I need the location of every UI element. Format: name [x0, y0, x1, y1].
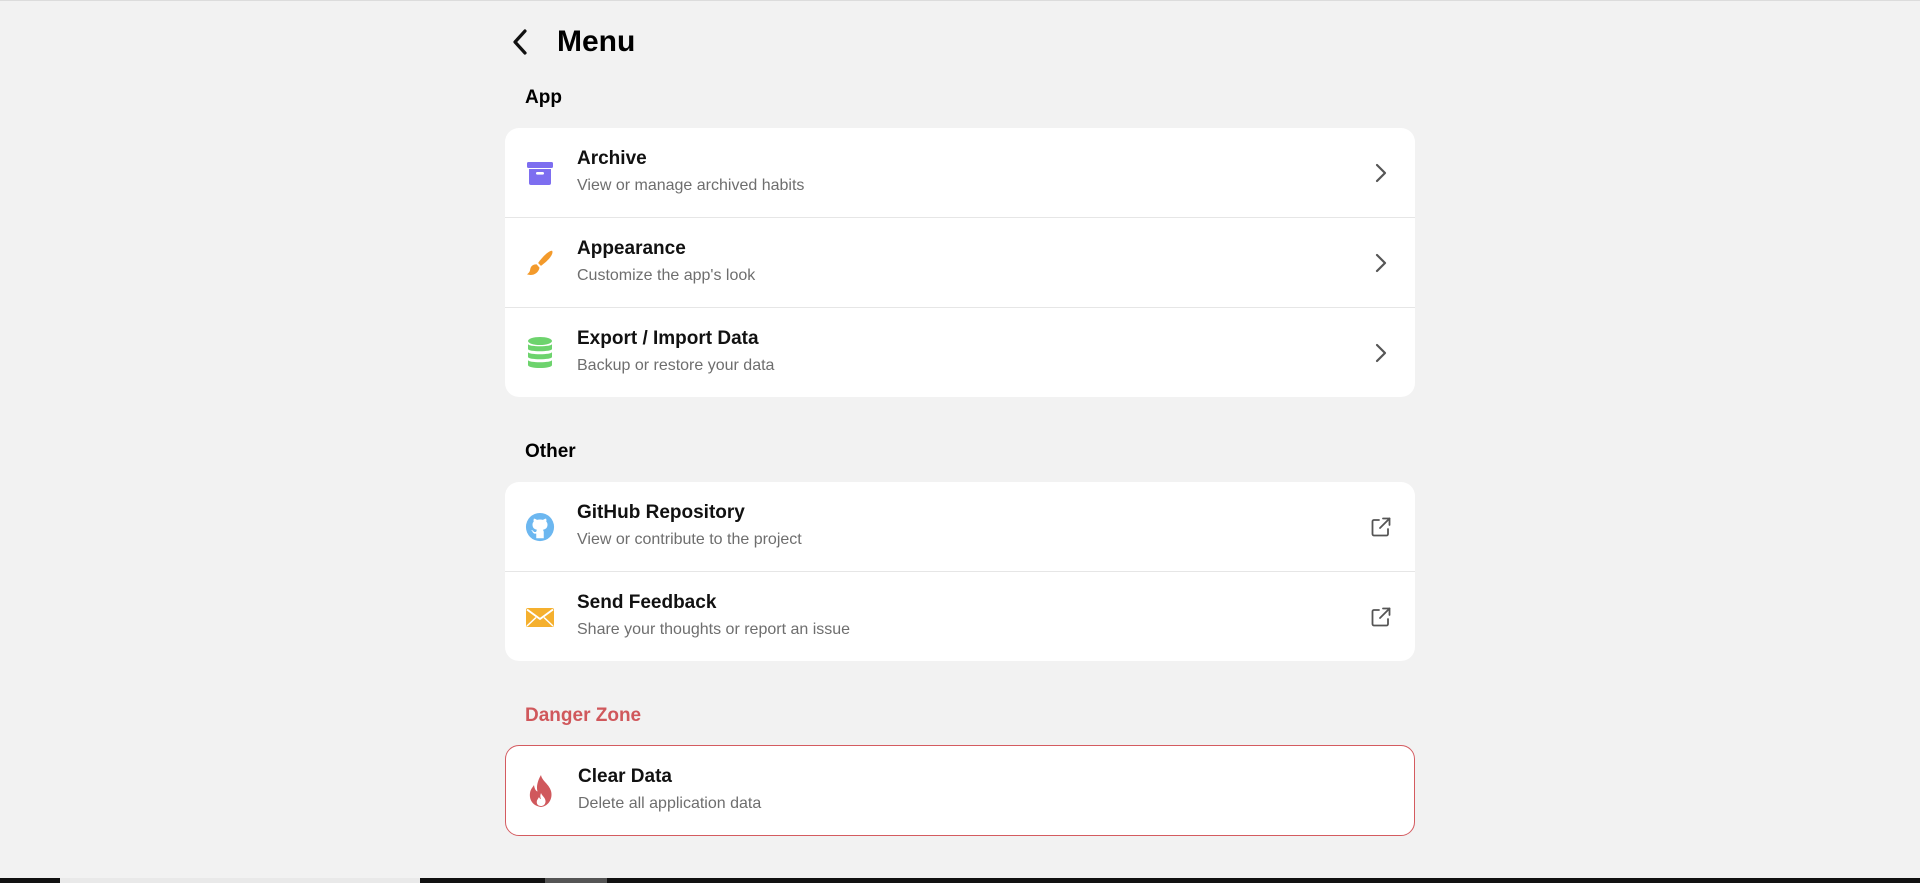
paintbrush-icon — [525, 247, 555, 279]
menu-item-label: Appearance — [577, 238, 686, 259]
menu-item-label: Clear Data — [578, 766, 672, 787]
page-title: Menu — [557, 25, 636, 58]
envelope-icon — [525, 601, 555, 633]
archive-icon — [525, 157, 555, 189]
database-icon — [525, 336, 555, 369]
page-header: Menu — [505, 0, 1415, 84]
section-title-app: App — [525, 87, 562, 108]
danger-card: Clear Data Delete all application data — [505, 745, 1415, 836]
github-icon — [525, 511, 555, 543]
app-card: Archive View or manage archived habits A… — [505, 128, 1415, 397]
back-button[interactable] — [505, 22, 535, 62]
external-link-icon — [1369, 515, 1393, 539]
menu-item-description: Backup or restore your data — [577, 357, 775, 374]
menu-item-export-import[interactable]: Export / Import Data Backup or restore y… — [505, 307, 1415, 397]
menu-item-label: Export / Import Data — [577, 328, 759, 349]
chevron-right-icon — [1369, 341, 1393, 365]
chevron-right-icon — [1369, 251, 1393, 275]
menu-item-archive[interactable]: Archive View or manage archived habits — [505, 128, 1415, 217]
external-link-icon — [1369, 605, 1393, 629]
menu-page: Menu App Archive View or manage archived… — [505, 0, 1415, 836]
other-card: GitHub Repository View or contribute to … — [505, 482, 1415, 661]
taskbar-segment — [545, 878, 607, 883]
menu-item-github[interactable]: GitHub Repository View or contribute to … — [505, 482, 1415, 571]
section-title-danger-zone: Danger Zone — [525, 705, 642, 726]
menu-item-appearance[interactable]: Appearance Customize the app's look — [505, 217, 1415, 307]
menu-item-send-feedback[interactable]: Send Feedback Share your thoughts or rep… — [505, 571, 1415, 661]
menu-item-label: Archive — [577, 148, 647, 169]
menu-item-description: Share your thoughts or report an issue — [577, 621, 851, 638]
menu-item-description: View or manage archived habits — [577, 177, 805, 194]
chevron-right-icon — [1369, 161, 1393, 185]
menu-item-label: GitHub Repository — [577, 502, 745, 523]
section-title-other: Other — [525, 441, 576, 462]
chevron-left-icon — [513, 29, 527, 55]
menu-item-description: View or contribute to the project — [577, 531, 802, 548]
taskbar-segment — [60, 878, 420, 883]
menu-item-description: Customize the app's look — [577, 267, 756, 284]
menu-item-clear-data[interactable]: Clear Data Delete all application data — [506, 746, 1414, 835]
fire-icon — [526, 774, 556, 807]
bottom-taskbar-strip — [0, 878, 1920, 883]
menu-item-label: Send Feedback — [577, 592, 717, 613]
menu-item-description: Delete all application data — [578, 795, 762, 812]
